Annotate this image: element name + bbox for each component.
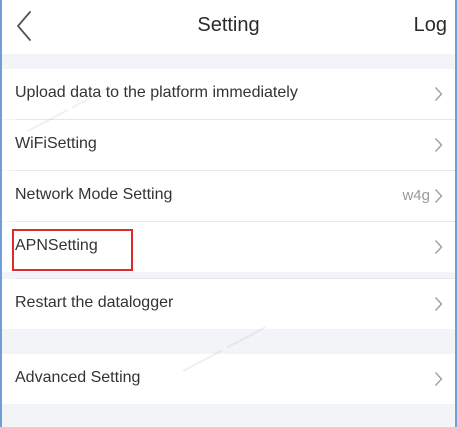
chevron-right-icon — [434, 87, 443, 101]
setting-row-upload-data[interactable]: Upload data to the platform immediately — [2, 69, 455, 119]
nav-header: Setting Log — [2, 0, 455, 54]
setting-label: Advanced Setting — [15, 369, 141, 386]
setting-label: Restart the datalogger — [15, 294, 174, 311]
setting-row-advanced[interactable]: Advanced Setting — [2, 354, 455, 404]
log-button[interactable]: Log — [414, 14, 447, 37]
setting-row-network-mode[interactable]: Network Mode Setting w4g — [2, 171, 455, 221]
chevron-right-icon — [434, 240, 443, 254]
chevron-right-icon — [434, 297, 443, 311]
setting-label: WiFiSetting — [15, 135, 97, 152]
setting-row-wifi[interactable]: WiFiSetting — [2, 120, 455, 170]
chevron-right-icon — [434, 189, 443, 203]
highlight-annotation-box — [12, 229, 133, 271]
chevron-right-icon — [434, 138, 443, 152]
setting-label: Network Mode Setting — [15, 186, 173, 203]
setting-row-restart[interactable]: Restart the datalogger — [2, 279, 455, 329]
page-title: Setting — [197, 14, 260, 36]
setting-label: Upload data to the platform immediately — [15, 84, 298, 101]
setting-value: w4g — [402, 187, 430, 204]
chevron-right-icon — [434, 372, 443, 386]
